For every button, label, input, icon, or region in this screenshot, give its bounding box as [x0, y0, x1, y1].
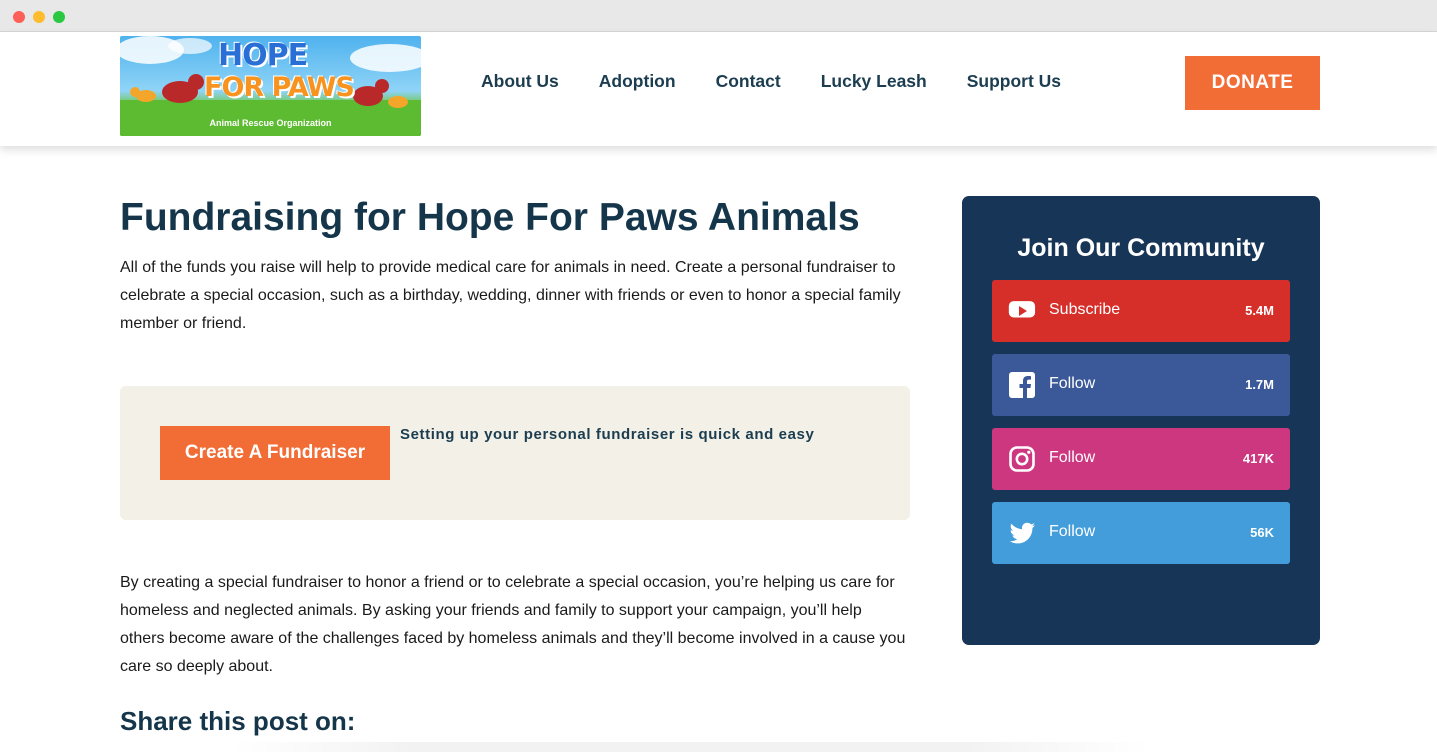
facebook-label: Follow	[1049, 375, 1096, 392]
site-logo[interactable]: HOPE FOR PAWS Animal Rescue Organization	[120, 36, 421, 136]
twitter-count: 56K	[1250, 525, 1274, 540]
youtube-count: 5.4M	[1245, 303, 1274, 318]
youtube-label: Subscribe	[1049, 301, 1121, 318]
twitter-icon	[1009, 522, 1035, 544]
nav-adoption[interactable]: Adoption	[599, 71, 676, 92]
intro-paragraph: All of the funds you raise will help to …	[120, 259, 901, 332]
instagram-label: Follow	[1049, 449, 1096, 466]
instagram-count: 417K	[1242, 451, 1274, 466]
donate-button[interactable]: DONATE	[1185, 56, 1320, 110]
twitter-follow-button[interactable]: Follow 56K	[992, 502, 1290, 564]
youtube-subscribe-button[interactable]: Subscribe 5.4M	[992, 280, 1290, 342]
instagram-icon	[1009, 446, 1035, 472]
fundraiser-cta-box: Create A Fundraiser Setting up your pers…	[120, 386, 910, 520]
share-heading: Share this post on:	[120, 706, 356, 736]
site-header: HOPE FOR PAWS Animal Rescue Organization…	[0, 32, 1437, 146]
share-buttons-shadow	[230, 742, 1150, 752]
cta-description: Setting up your personal fundraiser is q…	[400, 426, 815, 443]
logo-title-for-paws: FOR PAWS	[204, 72, 355, 103]
nav-about-us[interactable]: About Us	[481, 71, 559, 92]
youtube-icon	[1008, 301, 1036, 318]
page-title: Fundraising for Hope For Paws Animals	[120, 196, 860, 239]
community-title: Join Our Community	[1017, 234, 1265, 262]
logo-title-hope: HOPE	[218, 38, 308, 73]
window-titlebar	[0, 0, 1437, 32]
twitter-label: Follow	[1049, 523, 1096, 540]
main-nav: About Us Adoption Contact Lucky Leash Su…	[481, 71, 1061, 92]
nav-support-us[interactable]: Support Us	[967, 71, 1061, 92]
facebook-follow-button[interactable]: Follow 1.7M	[992, 354, 1290, 416]
community-widget: Join Our Community Subscribe 5.4M Follow…	[962, 196, 1320, 645]
instagram-follow-button[interactable]: Follow 417K	[992, 428, 1290, 490]
create-fundraiser-button[interactable]: Create A Fundraiser	[160, 426, 390, 480]
body-paragraph: By creating a special fundraiser to hono…	[120, 574, 906, 675]
nav-lucky-leash[interactable]: Lucky Leash	[821, 71, 927, 92]
facebook-icon	[1009, 372, 1035, 398]
maximize-window-button[interactable]	[53, 11, 65, 23]
nav-contact[interactable]: Contact	[716, 71, 781, 92]
minimize-window-button[interactable]	[33, 11, 45, 23]
facebook-count: 1.7M	[1245, 377, 1274, 392]
logo-tagline: Animal Rescue Organization	[209, 118, 332, 128]
close-window-button[interactable]	[13, 11, 25, 23]
